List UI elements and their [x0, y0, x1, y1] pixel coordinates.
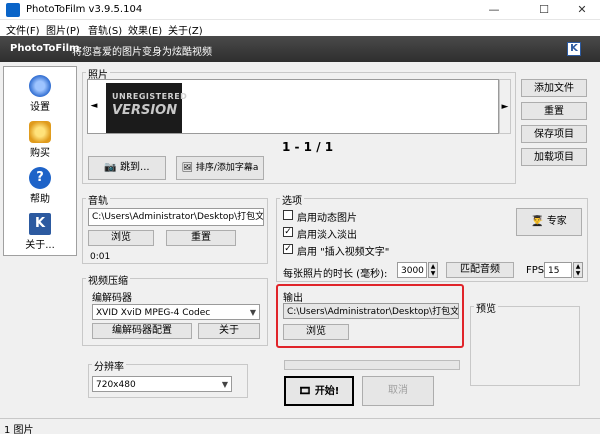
- sort-caption-label: 排序/添加字幕a: [195, 163, 259, 173]
- encoder-label: 编解码器: [92, 293, 132, 304]
- fade-checkbox[interactable]: ✓: [283, 227, 293, 237]
- k-logo-icon: K: [29, 213, 51, 235]
- expert-label: 专家: [546, 216, 567, 227]
- menu-file[interactable]: 文件(F): [6, 22, 40, 37]
- cancel-button[interactable]: 取消: [362, 376, 434, 406]
- close-button[interactable]: ✕: [568, 2, 596, 18]
- status-bar: 1 图片: [0, 418, 600, 434]
- audio-label: 音轨: [86, 192, 110, 207]
- start-button[interactable]: 🎞 开始!: [284, 376, 354, 406]
- encoder-value: XVID XviD MPEG-4 Codec: [96, 308, 211, 318]
- audio-path-field[interactable]: C:\Users\Administrator\Desktop\打包文件\pdf: [88, 208, 264, 226]
- status-text: 1 图片: [4, 425, 34, 434]
- chevron-down-icon: ▼: [221, 380, 228, 389]
- menu-picture[interactable]: 图片(P): [46, 22, 80, 37]
- photo-counter: 1 - 1 / 1: [282, 140, 334, 154]
- add-file-button[interactable]: 添加文件: [521, 79, 587, 97]
- match-audio-button[interactable]: 匹配音频: [446, 262, 514, 278]
- reset-photos-button[interactable]: 重置: [521, 102, 587, 120]
- expert-icon: 👨‍🎓: [531, 216, 544, 227]
- codec-about-button[interactable]: 关于: [198, 323, 260, 339]
- sidebar-item-label: 帮助: [30, 194, 50, 205]
- menu-about[interactable]: 关于(Z): [168, 22, 203, 37]
- next-arrow-icon[interactable]: ►: [499, 79, 511, 134]
- start-label: 开始!: [314, 386, 340, 397]
- audio-duration: 0:01: [90, 252, 111, 262]
- sidebar-item-help[interactable]: ? 帮助: [6, 163, 74, 207]
- duration-label: 每张照片的时长 (毫秒):: [283, 269, 388, 280]
- goto-button[interactable]: 📷 跳到...: [88, 156, 166, 180]
- expert-button[interactable]: 👨‍🎓 专家: [516, 208, 582, 236]
- app-icon: [6, 3, 20, 17]
- k-logo-icon: K: [567, 42, 581, 56]
- insert-text-label: 启用 "插入视频文字": [297, 247, 390, 258]
- star-hand-icon: [29, 121, 51, 143]
- video-compression-label: 视频压缩: [86, 272, 130, 287]
- sidebar-item-buy[interactable]: 购买: [6, 117, 74, 161]
- banner: PhotoToFilm 将您喜爱的图片变身为炫酷视频 K: [0, 36, 600, 62]
- sort-icon: 🖼: [181, 163, 193, 173]
- fps-spinner[interactable]: ▲ ▼: [573, 262, 583, 278]
- sidebar-item-label: 设置: [30, 102, 50, 113]
- sort-caption-button[interactable]: 🖼 排序/添加字幕a: [176, 156, 264, 180]
- watermark-text: UNREGISTERED: [112, 92, 188, 101]
- menu-audio[interactable]: 音轨(S): [88, 22, 122, 37]
- sidebar-item-label: 关于...: [25, 240, 55, 251]
- goto-icon: 📷: [104, 162, 117, 173]
- output-label: 输出: [283, 293, 303, 304]
- watermark-text: VERSION: [112, 103, 178, 118]
- audio-browse-button[interactable]: 浏览: [88, 230, 154, 246]
- film-icon: 🎞: [298, 386, 312, 397]
- cancel-label: 取消: [388, 385, 408, 396]
- menu-bar: 文件(F) 图片(P) 音轨(S) 效果(E) 关于(Z): [0, 20, 600, 37]
- banner-tagline: 将您喜爱的图片变身为炫酷视频: [72, 47, 212, 58]
- banner-brand: PhotoToFilm: [10, 43, 80, 54]
- minimize-button[interactable]: —: [480, 2, 508, 18]
- output-path-field[interactable]: C:\Users\Administrator\Desktop\打包文件\pdf: [283, 303, 459, 319]
- codec-config-button[interactable]: 编解码器配置: [92, 323, 192, 339]
- save-project-button[interactable]: 保存项目: [521, 125, 587, 143]
- duration-spinner[interactable]: ▲ ▼: [428, 262, 438, 278]
- animate-label: 启用动态图片: [297, 213, 357, 224]
- help-icon: ?: [29, 167, 51, 189]
- gear-icon: [29, 75, 51, 97]
- sidebar-item-settings[interactable]: 设置: [6, 71, 74, 115]
- sidebar-item-label: 购买: [30, 148, 50, 159]
- preview-group: [470, 306, 580, 386]
- preview-label: 预览: [474, 300, 498, 315]
- animate-checkbox[interactable]: [283, 210, 293, 220]
- sidebar: 设置 购买 ? 帮助 K 关于...: [3, 66, 77, 256]
- fps-input[interactable]: 15: [544, 262, 572, 278]
- goto-label: 跳到...: [120, 162, 150, 173]
- window-title: PhotoToFilm v3.9.5.104: [26, 4, 143, 15]
- resolution-label: 分辨率: [92, 358, 126, 373]
- resolution-select[interactable]: 720x480 ▼: [92, 376, 232, 392]
- fade-label: 启用淡入淡出: [297, 230, 357, 241]
- fps-label: FPS: [526, 265, 545, 276]
- menu-effects[interactable]: 效果(E): [128, 22, 162, 37]
- prev-arrow-icon[interactable]: ◄: [88, 79, 100, 134]
- photo-thumbnail[interactable]: UNREGISTERED VERSION: [106, 83, 187, 133]
- maximize-button[interactable]: ☐: [530, 2, 558, 18]
- title-bar: PhotoToFilm v3.9.5.104 — ☐ ✕: [0, 0, 600, 20]
- load-project-button[interactable]: 加载项目: [521, 148, 587, 166]
- output-browse-button[interactable]: 浏览: [283, 324, 349, 340]
- duration-input[interactable]: 3000: [397, 262, 427, 278]
- chevron-down-icon: ▼: [249, 308, 256, 317]
- options-label: 选项: [280, 192, 304, 207]
- insert-text-checkbox[interactable]: ✓: [283, 244, 293, 254]
- audio-reset-button[interactable]: 重置: [166, 230, 236, 246]
- resolution-value: 720x480: [96, 380, 136, 390]
- progress-bar: [284, 360, 460, 370]
- sidebar-item-about[interactable]: K 关于...: [6, 209, 74, 253]
- encoder-select[interactable]: XVID XviD MPEG-4 Codec ▼: [92, 304, 260, 320]
